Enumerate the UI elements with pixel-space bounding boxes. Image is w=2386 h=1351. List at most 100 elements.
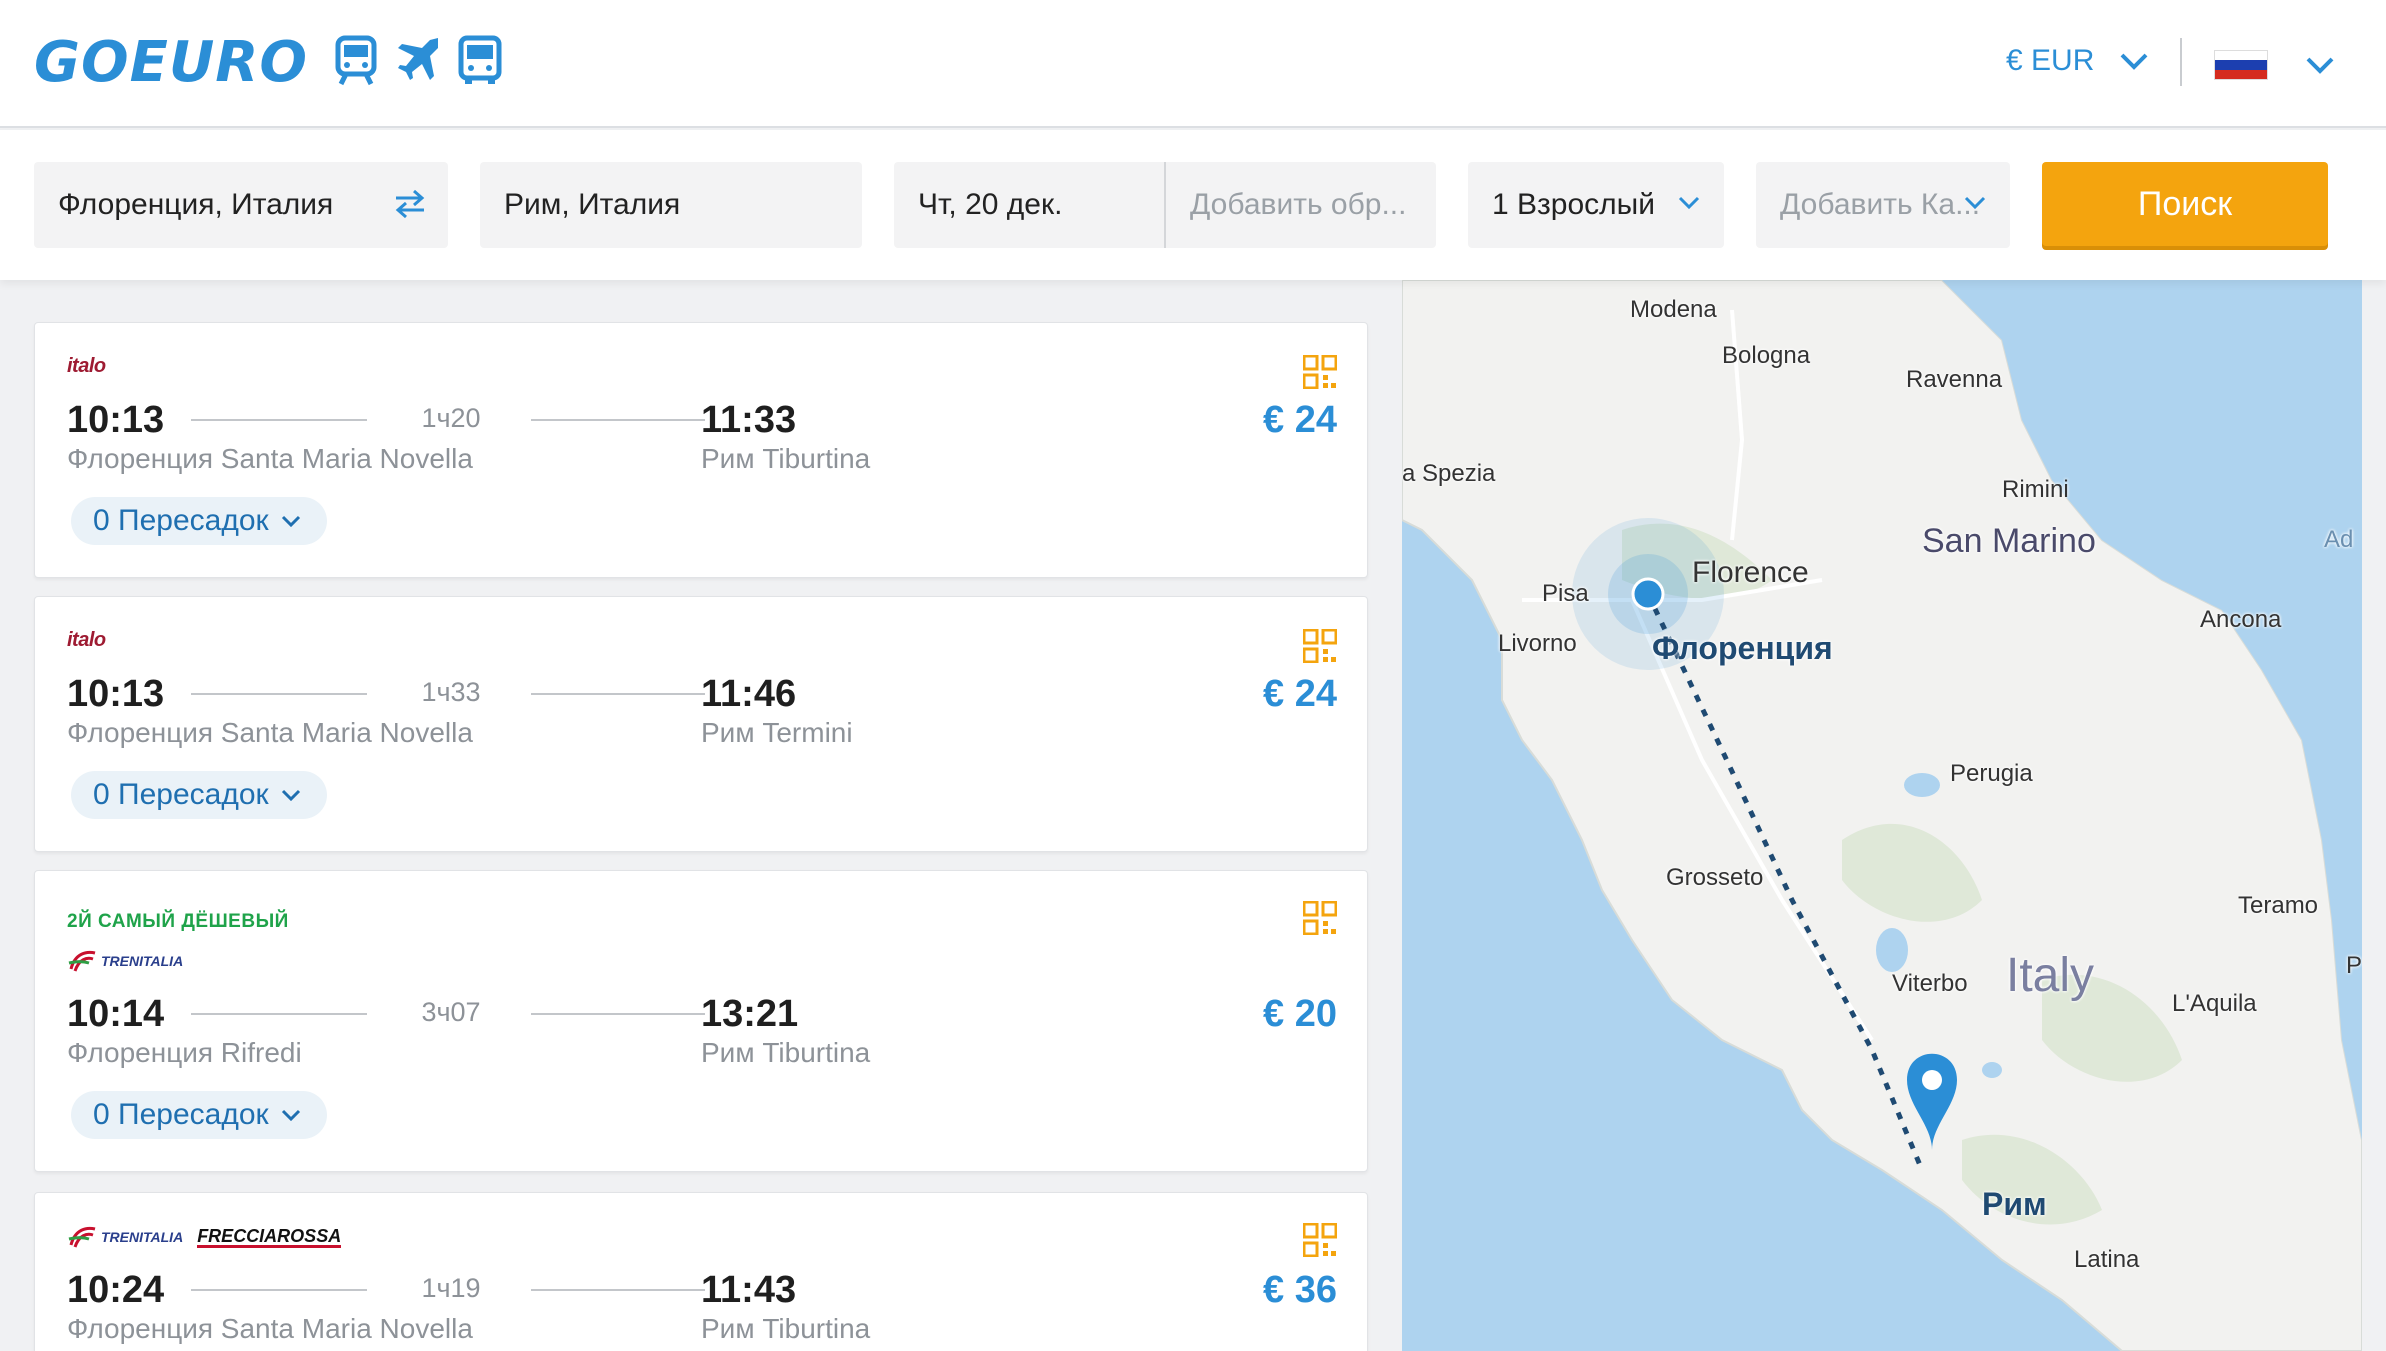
price: € 36 xyxy=(1263,1269,1337,1311)
route-line xyxy=(191,1289,367,1291)
mobile-ticket-icon xyxy=(1303,901,1337,935)
mobile-ticket-icon xyxy=(1303,1223,1337,1257)
departure-date-field[interactable]: Чт, 20 дек. xyxy=(918,188,1158,222)
map-label-teramo: Teramo xyxy=(2238,892,2319,919)
chevron-down-icon xyxy=(1964,196,1986,210)
trenitalia-logo: TRENITALIA xyxy=(67,949,183,973)
changes-toggle[interactable]: 0 Пересадок xyxy=(71,771,327,819)
route-line xyxy=(191,419,367,421)
changes-toggle[interactable]: 0 Пересадок xyxy=(71,1091,327,1139)
bus-icon[interactable] xyxy=(456,32,504,88)
currency-label: € EUR xyxy=(2006,44,2095,77)
trenitalia-mark-icon xyxy=(68,950,96,972)
map-label-viterbo: Viterbo xyxy=(1892,970,1968,997)
origin-field[interactable]: Флоренция, Италия xyxy=(34,162,448,248)
map-label-rimini: Rimini xyxy=(2002,476,2069,503)
map-label-rome-ru: Рим xyxy=(1982,1186,2047,1222)
route-line xyxy=(531,1289,705,1291)
map-label-livorno: Livorno xyxy=(1498,630,1577,657)
trenitalia-mark-icon xyxy=(68,1226,96,1248)
route-line xyxy=(531,693,705,695)
changes-label: 0 Пересадок xyxy=(93,504,269,537)
changes-label: 0 Пересадок xyxy=(93,1098,269,1131)
arrival-station: Рим Termini xyxy=(701,717,853,748)
map-label-perugia: Perugia xyxy=(1950,760,2033,787)
trenitalia-logo: TRENITALIA xyxy=(67,1225,183,1249)
map-terrain xyxy=(1402,280,2362,1351)
goeuro-logo[interactable]: GOEURO xyxy=(34,30,308,95)
operator-logos: TRENITALIA FRECCIAROSSA xyxy=(67,1225,342,1249)
price: € 24 xyxy=(1263,673,1337,715)
route-map[interactable]: Modena Bologna Ravenna a Spezia Rimini S… xyxy=(1402,280,2362,1351)
italo-logo: italo xyxy=(67,355,106,377)
map-label-ancona: Ancona xyxy=(2200,606,2282,633)
map-label-spezia: a Spezia xyxy=(1402,460,1496,487)
trenitalia-wordmark: TRENITALIA xyxy=(101,953,184,969)
destination-field[interactable]: Рим, Италия xyxy=(480,162,862,248)
map-label-ravenna: Ravenna xyxy=(1906,366,2003,393)
date-fields: Чт, 20 дек. Добавить обр... xyxy=(894,162,1436,248)
destination-value: Рим, Италия xyxy=(504,188,681,221)
plane-icon[interactable] xyxy=(394,32,442,88)
result-card[interactable]: TRENITALIA FRECCIAROSSA 10:24 1ч19 11:43… xyxy=(34,1192,1368,1351)
page-edge xyxy=(2362,280,2386,1351)
result-card[interactable]: 2Й САМЫЙ ДЁШЕВЫЙ TRENITALIA 10:14 3ч07 1… xyxy=(34,870,1368,1172)
currency-selector[interactable]: € EUR xyxy=(2006,44,2148,78)
departure-station: Флоренция Rifredi xyxy=(67,1037,302,1068)
map-label-modena: Modena xyxy=(1630,296,1717,323)
swap-icon[interactable] xyxy=(392,188,428,220)
origin-value: Флоренция, Италия xyxy=(58,188,334,221)
map-label-laquila: L'Aquila xyxy=(2172,990,2257,1017)
chevron-down-icon xyxy=(2120,53,2148,70)
result-card[interactable]: italo 10:13 1ч20 11:33 € 24 Флоренция Sa… xyxy=(34,322,1368,578)
mobile-ticket-icon xyxy=(1303,629,1337,663)
discount-card-select[interactable]: Добавить Ка... xyxy=(1756,162,2010,248)
changes-toggle[interactable]: 0 Пересадок xyxy=(71,497,327,545)
chevron-down-icon xyxy=(1678,196,1700,210)
duration: 1ч33 xyxy=(421,677,481,707)
chevron-down-icon xyxy=(281,1109,300,1121)
map-label-grosseto: Grosseto xyxy=(1666,864,1764,891)
result-card[interactable]: italo 10:13 1ч33 11:46 € 24 Флоренция Sa… xyxy=(34,596,1368,852)
map-label-italy: Italy xyxy=(2006,949,2095,1002)
duration: 1ч19 xyxy=(421,1273,481,1303)
passengers-select[interactable]: 1 Взрослый xyxy=(1468,162,1724,248)
italo-logo: italo xyxy=(67,629,106,651)
chevron-down-icon xyxy=(2306,57,2334,74)
arrival-station: Рим Tiburtina xyxy=(701,443,871,474)
changes-label: 0 Пересадок xyxy=(93,778,269,811)
transport-mode-icons xyxy=(332,32,504,88)
train-icon[interactable] xyxy=(332,32,380,88)
duration: 3ч07 xyxy=(421,997,481,1027)
price: € 20 xyxy=(1263,993,1337,1035)
search-bar: Флоренция, Италия Рим, Италия Чт, 20 дек… xyxy=(0,130,2386,280)
arrival-time: 13:21 xyxy=(701,993,799,1035)
price: € 24 xyxy=(1263,399,1337,441)
departure-station: Флоренция Santa Maria Novella xyxy=(67,717,473,748)
departure-time: 10:13 xyxy=(67,399,165,441)
chevron-down-icon xyxy=(281,515,300,527)
departure-station: Флоренция Santa Maria Novella xyxy=(67,1313,473,1344)
map-label-latina: Latina xyxy=(2074,1246,2140,1273)
departure-station: Флоренция Santa Maria Novella xyxy=(67,443,473,474)
passengers-value: 1 Взрослый xyxy=(1492,188,1655,221)
map-label-bologna: Bologna xyxy=(1722,342,1811,369)
route-line xyxy=(191,693,367,695)
map-label-san-marino: San Marino xyxy=(1922,522,2096,560)
arrival-station: Рим Tiburtina xyxy=(701,1037,871,1068)
map-label-edge-ad: Ad xyxy=(2324,526,2354,553)
trenitalia-wordmark: TRENITALIA xyxy=(101,1229,184,1245)
arrival-station: Рим Tiburtina xyxy=(701,1313,871,1344)
search-button[interactable]: Поиск xyxy=(2042,162,2328,246)
arrival-time: 11:33 xyxy=(701,399,797,441)
duration: 1ч20 xyxy=(421,403,481,433)
return-date-field[interactable]: Добавить обр... xyxy=(1190,188,1406,222)
language-selector[interactable] xyxy=(2214,50,2334,80)
departure-time: 10:13 xyxy=(67,673,165,715)
departure-time: 10:24 xyxy=(67,1269,165,1311)
map-label-florence-ru: Флоренция xyxy=(1652,630,1833,666)
header-divider xyxy=(2180,38,2182,86)
departure-time: 10:14 xyxy=(67,993,165,1035)
mobile-ticket-icon xyxy=(1303,355,1337,389)
header: GOEURO € EUR xyxy=(0,0,2386,128)
